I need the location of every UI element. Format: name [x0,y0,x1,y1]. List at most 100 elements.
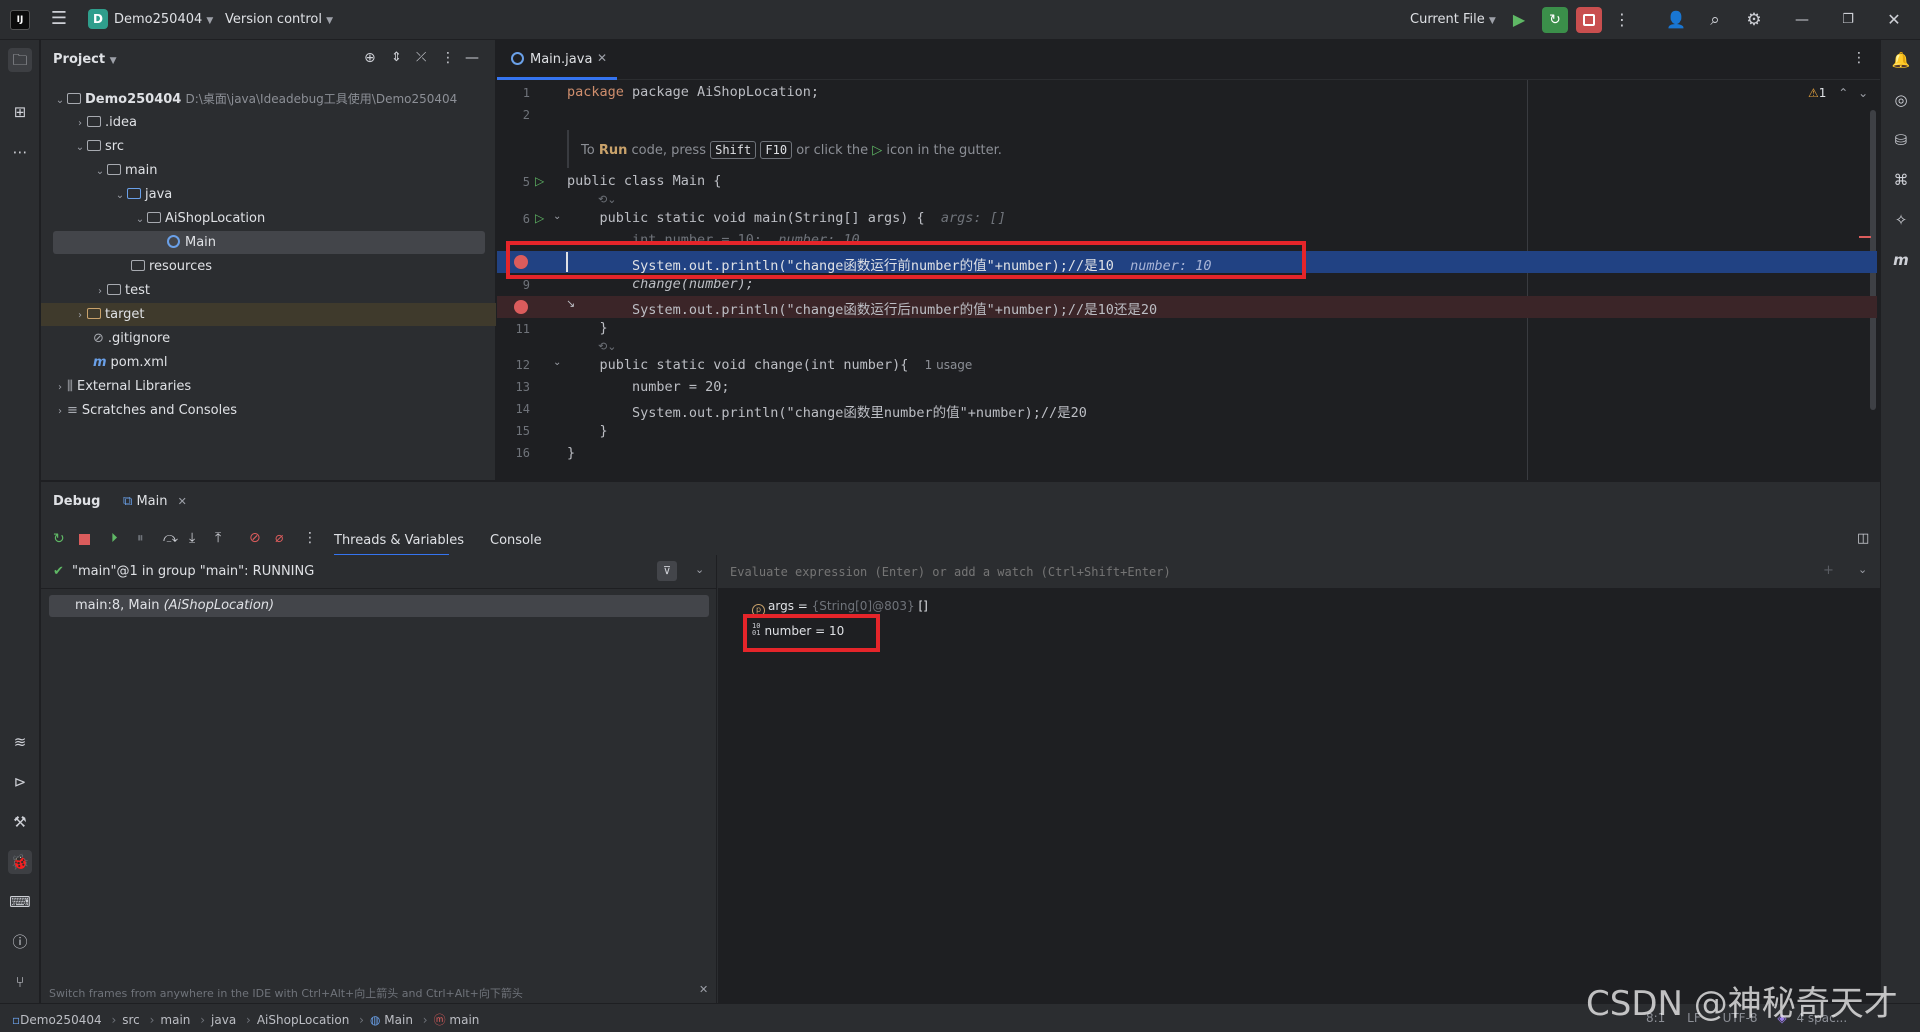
tree-item-pom[interactable]: m pom.xml [93,352,168,374]
structure-tool-icon[interactable]: ⊞ [8,100,32,124]
tree-item-external-libraries[interactable]: › ⫼ External Libraries [53,376,191,398]
tree-item-main[interactable]: ⌄ main [93,160,158,182]
tree-item-test[interactable]: › test [93,280,150,302]
ai-hint-icon[interactable]: ⟲⌄ [598,193,616,206]
line-number: 15 [515,424,530,438]
search-icon[interactable]: ⌕ [1703,8,1727,32]
debug-tool-icon[interactable]: 🐞 [8,850,32,874]
run-icon[interactable]: ▶ [1508,9,1530,31]
tree-item-target[interactable]: › target [73,304,145,326]
restore-icon[interactable]: ❐ [1836,8,1860,32]
tree-item-idea[interactable]: › .idea [73,112,137,134]
run-gutter-icon[interactable]: ▷ [535,211,544,225]
locate-icon[interactable]: ⊕ [364,50,376,66]
check-icon: ✔ [53,564,64,579]
layout-icon[interactable]: ◫ [1857,531,1869,546]
evaluate-bar: + ⌄ [718,555,1880,589]
minimize-icon[interactable]: — [1790,8,1814,32]
resume-icon[interactable]: ⏵ [111,531,118,546]
breadcrumb-item[interactable]: main [160,1013,190,1027]
stack-frame[interactable]: main:8, Main (AiShopLocation) [49,595,709,617]
tree-item-java[interactable]: ⌄ java [113,184,172,206]
add-user-icon[interactable]: 👤 [1664,8,1688,32]
git-tool-icon[interactable]: ⑂ [8,970,32,994]
services-tool-icon[interactable]: ⊳ [8,770,32,794]
tab-threads-variables[interactable]: Threads & Variables [334,533,464,548]
code-line-6: public static void main(String[] args) {… [567,210,1006,226]
editor-options-icon[interactable]: ⋮ [1852,50,1866,66]
tree-root[interactable]: ⌄ Demo250404 D:\桌面\java\Ideadebug工具使用\Dem… [53,88,458,110]
expand-all-icon[interactable]: ⇕ [391,50,402,65]
run-config-selector[interactable]: Current File ▼ [1410,12,1496,27]
tree-item-package[interactable]: ⌄ AiShopLocation [133,208,265,230]
stop-icon [1583,14,1595,26]
project-switcher[interactable]: Demo250404 ▼ [114,12,213,27]
problems-tool-icon[interactable]: ⓘ [8,930,32,954]
vcs-menu[interactable]: Version control ▼ [225,12,333,27]
layers-tool-icon[interactable]: ≋ [8,730,32,754]
tree-item-src[interactable]: ⌄ src [73,136,124,158]
debug-session-tab[interactable]: ⧉ Main ✕ [123,494,187,509]
chevron-down-icon[interactable]: ⌄ [695,563,704,576]
pause-icon[interactable]: ⏸ [137,531,144,546]
tree-item-scratches[interactable]: › ≡ Scratches and Consoles [53,400,237,422]
python-console-icon[interactable]: ⌘ [1889,168,1913,192]
breadcrumb-item[interactable]: src [122,1013,140,1027]
view-breakpoints-icon[interactable]: ⊘ [249,530,261,546]
build-tool-icon[interactable]: ⚒ [8,810,32,834]
step-over-icon[interactable]: ⤼ [163,530,178,546]
warnings-indicator[interactable]: ⚠1 ⌃ ⌄ [1808,86,1868,100]
mute-breakpoints-icon[interactable]: ⌀ [275,530,283,546]
rerun-debug-button[interactable]: ↻ [1542,7,1568,33]
project-tool-icon[interactable]: 🗀 [8,48,32,72]
tree-item-main-class[interactable]: Main [167,232,216,254]
tree-item-gitignore[interactable]: ⊘ .gitignore [93,328,170,350]
plugin-icon[interactable]: ✧ [1889,208,1913,232]
more-tools-icon[interactable]: ⋯ [8,140,32,164]
breakpoint-icon[interactable] [514,300,528,314]
tree-root-label: Demo250404 [85,92,182,107]
fold-icon[interactable]: ⌄ [553,357,561,368]
hide-panel-icon[interactable]: — [465,50,479,66]
close-hint-icon[interactable]: ✕ [699,983,708,996]
close-icon[interactable]: ✕ [1882,8,1906,32]
breadcrumb-item[interactable]: java [211,1013,236,1027]
breadcrumb-item[interactable]: main [449,1013,479,1027]
breadcrumb: ▫Demo250404 › src › main › java › AiShopLoca… [12,1013,480,1027]
chevron-down-icon[interactable]: ⌄ [1858,563,1867,576]
database-icon[interactable]: ⛁ [1889,128,1913,152]
ai-hint-icon[interactable]: ⟲⌄ [598,340,616,353]
tab-console[interactable]: Console [490,533,542,548]
breadcrumb-item[interactable]: AiShopLocation [257,1013,349,1027]
evaluate-input[interactable] [728,561,1808,583]
tree-item-resources[interactable]: resources [131,256,212,278]
gear-icon[interactable]: ⚙ [1742,8,1766,32]
run-gutter-icon[interactable]: ▷ [535,174,544,188]
more-icon[interactable]: ⋮ [303,530,317,546]
project-badge[interactable]: D [88,9,108,29]
options-icon[interactable]: ⋮ [441,50,455,66]
main-menu-icon[interactable]: ☰ [48,8,70,30]
stop-icon[interactable] [79,534,90,545]
collapse-all-icon[interactable]: ⤫ [416,50,426,65]
maven-icon[interactable]: m [1889,248,1913,272]
chevron-down-icon: ⌄ [1858,86,1869,100]
ai-assistant-icon[interactable]: ◎ [1889,88,1913,112]
chevron-down-icon: ⌄ [75,142,85,153]
tab-main-java[interactable]: Main.java ✕ [497,40,617,80]
terminal-tool-icon[interactable]: ⌨ [8,890,32,914]
notifications-icon[interactable]: 🔔 [1889,48,1913,72]
filter-icon[interactable]: ⊽ [657,561,677,581]
thread-selector[interactable]: ✔ "main"@1 in group "main": RUNNING ⊽ ⌄ [41,555,717,589]
fold-icon[interactable]: ⌄ [553,211,561,222]
project-panel-title[interactable]: Project ▼ [53,52,117,67]
add-watch-icon[interactable]: + [1823,563,1834,578]
breadcrumb-item[interactable]: Demo250404 [20,1013,101,1027]
more-actions-icon[interactable]: ⋮ [1612,9,1632,31]
step-into-icon[interactable]: ⤓ [189,530,195,546]
rerun-icon[interactable]: ↻ [53,531,65,547]
stop-button[interactable] [1576,7,1602,33]
step-out-icon[interactable]: ⤒ [215,530,221,546]
breadcrumb-item[interactable]: Main [384,1013,413,1027]
close-tab-icon[interactable]: ✕ [597,51,607,65]
